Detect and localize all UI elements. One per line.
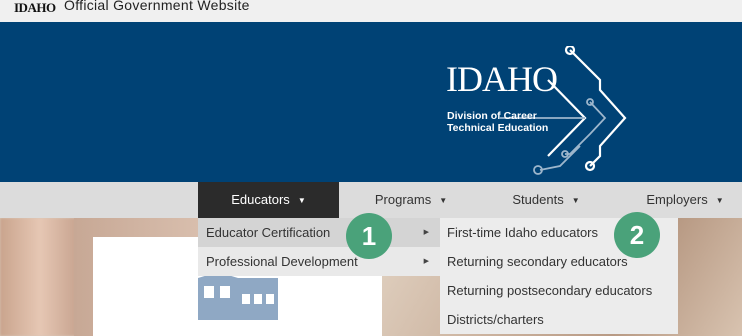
logo-title: IDAHO: [446, 59, 558, 99]
chevron-down-icon: ▼: [571, 196, 580, 205]
nav-educators[interactable]: Educators ▼: [198, 182, 339, 218]
gov-banner-label: Official Government Website: [64, 0, 250, 13]
site-header: IDAHO Division of Career Technical Educa…: [0, 22, 742, 182]
chevron-right-icon: ▶: [423, 229, 429, 236]
nav-employers-label: Employers: [646, 192, 708, 207]
step-badge-1: 1: [346, 213, 392, 259]
chevron-down-icon: ▼: [715, 196, 724, 205]
menu-item-educator-certification[interactable]: Educator Certification ▶: [198, 218, 440, 247]
nav-educators-label: Educators: [231, 192, 290, 207]
menu-item-professional-development[interactable]: Professional Development ▶: [198, 247, 440, 276]
building-icon: [198, 272, 278, 320]
idaho-state-logo: IDAHO: [14, 0, 56, 15]
gov-banner: IDAHO Official Government Website: [0, 0, 742, 22]
submenu-item-returning-postsecondary-educators[interactable]: Returning postsecondary educators: [440, 276, 678, 305]
menu-item-label: Professional Development: [206, 254, 358, 269]
nav-programs-label: Programs: [374, 192, 432, 207]
menu-item-label: Educator Certification: [206, 225, 331, 240]
logo-subtitle-line1: Division of Career: [447, 110, 537, 122]
step-badge-2: 2: [614, 212, 660, 258]
educators-dropdown: Educator Certification ▶ Professional De…: [198, 218, 440, 276]
logo-subtitle-line2: Technical Education: [447, 122, 549, 134]
chevron-right-icon: ▶: [423, 258, 429, 265]
nav-students-label: Students: [512, 192, 564, 207]
chevron-down-icon: ▼: [297, 196, 306, 205]
chevron-down-icon: ▼: [439, 196, 448, 205]
nav-students[interactable]: Students ▼: [496, 182, 596, 218]
submenu-item-districts-charters[interactable]: Districts/charters: [440, 305, 678, 334]
